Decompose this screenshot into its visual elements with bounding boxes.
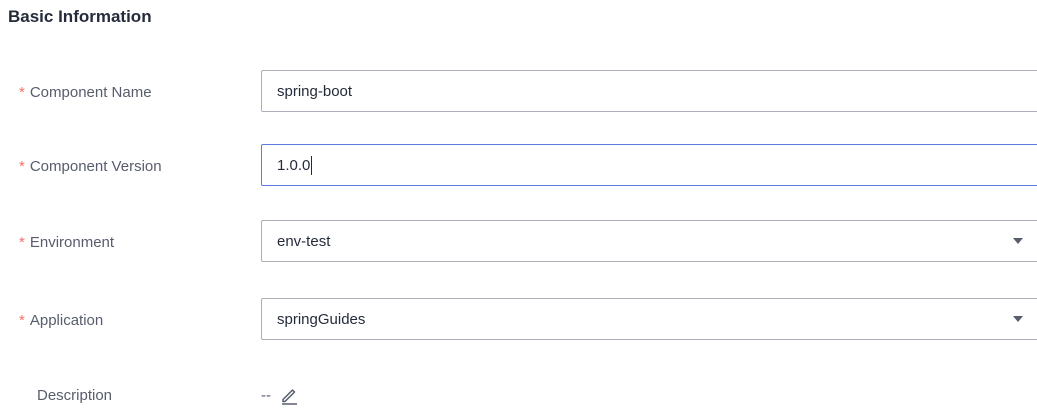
environment-label: * Environment [19,220,114,264]
application-value: springGuides [277,310,366,328]
component-name-label-text: Component Name [29,83,152,101]
environment-row: * Environment env-test [0,220,1037,264]
component-version-value-wrap: 1.0.0 [262,155,313,175]
text-caret [311,155,313,175]
required-star: * [19,157,25,175]
chevron-down-icon[interactable] [1013,238,1023,244]
description-value: -- [261,386,271,404]
application-label: * Application [19,298,103,342]
environment-select[interactable]: env-test [261,220,1037,262]
required-star: * [19,311,25,329]
component-version-label: * Component Version [19,144,162,188]
component-version-value: 1.0.0 [277,156,311,174]
chevron-down-icon[interactable] [1013,316,1023,322]
description-row: Description -- [0,373,1037,417]
required-star: * [19,83,25,101]
application-label-text: Application [29,311,104,329]
application-row: * Application springGuides [0,298,1037,342]
required-star: * [19,233,25,251]
component-version-input[interactable]: 1.0.0 [261,144,1037,186]
description-label-text: Description [37,386,113,404]
component-name-input[interactable]: spring-boot [261,70,1037,112]
environment-label-text: Environment [29,233,115,251]
section-title: Basic Information [8,7,152,26]
component-version-row: * Component Version 1.0.0 [0,144,1037,188]
pencil-icon[interactable] [279,385,299,405]
component-name-value: spring-boot [277,82,353,100]
environment-value: env-test [277,232,331,250]
description-value-wrap: -- [261,373,299,417]
component-version-label-text: Component Version [29,157,162,175]
description-label: Description [37,373,112,417]
component-name-row: * Component Name spring-boot [0,70,1037,114]
application-select[interactable]: springGuides [261,298,1037,340]
component-name-label: * Component Name [19,70,152,114]
